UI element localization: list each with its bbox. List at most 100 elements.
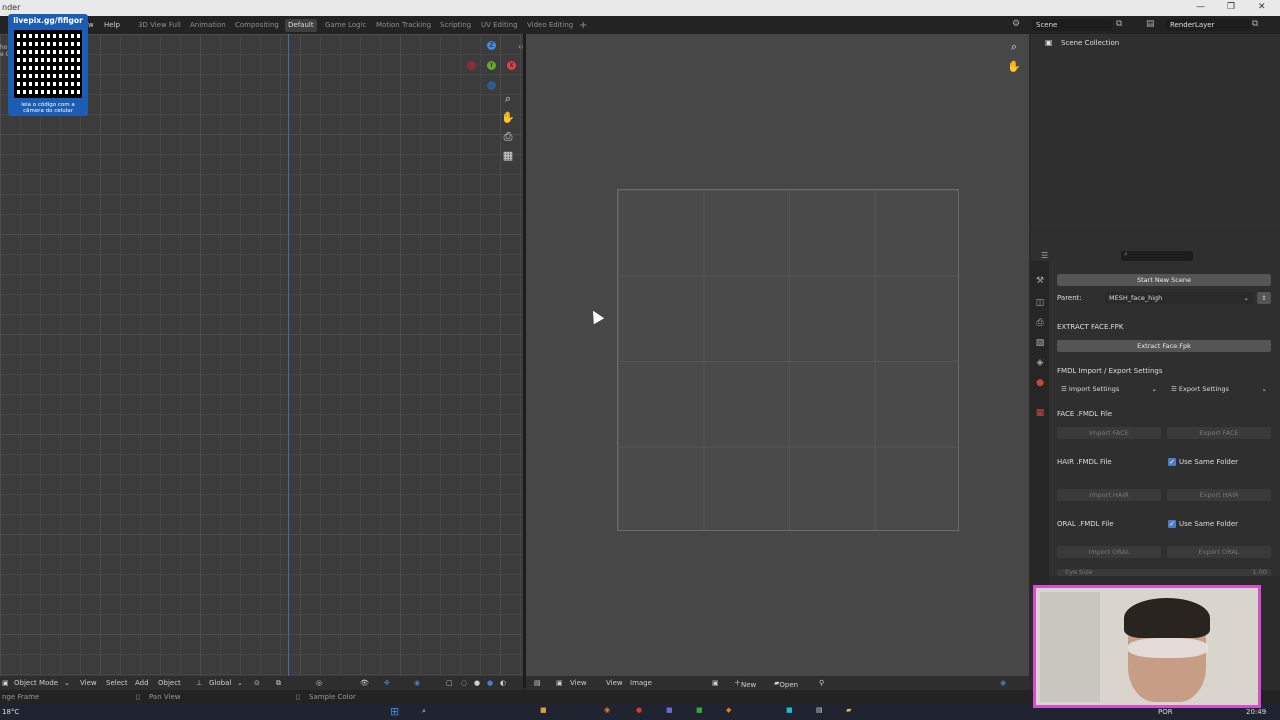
shading-wireframe-icon[interactable]: ◌ [461,678,467,688]
browser-icon[interactable]: ● [636,706,642,714]
object-mode-dropdown[interactable]: Object Mode [14,678,58,688]
overlay-toggle-icon[interactable]: ◉ [1000,678,1006,688]
menu-add[interactable]: Add [135,678,149,688]
view-layer-tab-icon[interactable]: ▧ [1034,337,1046,349]
overlay-toggle-icon[interactable]: ◉ [414,678,420,688]
new-scene-icon[interactable]: ⧉ [1116,19,1122,29]
gizmo-y-axis[interactable]: Y [487,61,496,70]
menu-select[interactable]: Select [106,678,128,688]
grid-view-icon[interactable]: ▦ [501,149,515,163]
start-icon[interactable]: ⊞ [390,705,399,718]
camera-icon[interactable]: ⎙ [501,130,515,144]
folder-icon[interactable]: ▰ [846,706,851,714]
scene-icon[interactable]: ⚙ [1012,19,1020,29]
add-workspace-button[interactable]: + [576,19,590,32]
view-layer-icon[interactable]: ▤ [1146,19,1155,29]
parent-dropdown[interactable]: MESH_face_high ⌄ [1105,292,1253,304]
export-settings-dropdown[interactable]: ☰ Export Settings ⌄ [1167,383,1271,395]
import-oral-button[interactable]: Import ORAL [1057,546,1161,558]
menu-image[interactable]: Image [630,678,652,688]
import-hair-button[interactable]: Import HAIR [1057,489,1161,501]
render-tab-icon[interactable]: ◫ [1034,297,1046,309]
tab-motion-tracking[interactable]: Motion Tracking [373,19,434,32]
xray-icon[interactable]: ▢ [446,678,453,688]
tab-video-editing[interactable]: Video Editing [524,19,576,32]
tab-3d-view-full[interactable]: 3D View Full [135,19,184,32]
zoom-icon[interactable]: ⌕ [501,92,515,106]
start-new-scene-button[interactable]: Start New Scene [1057,274,1271,286]
shading-material-icon[interactable]: ● [487,678,493,688]
open-image-button[interactable]: ▰ Open [774,678,798,689]
language-indicator[interactable]: POR [1158,708,1173,716]
gizmo-neg-z-axis[interactable] [487,81,496,90]
menu-view-dropdown[interactable]: View [570,678,587,688]
tab-uv-editing[interactable]: UV Editing [478,19,521,32]
tool-tab-icon[interactable]: ⚒ [1034,275,1046,287]
image-browse-icon[interactable]: ▣ [712,678,719,688]
close-icon[interactable]: ✕ [1258,2,1266,12]
gizmo-x-axis[interactable]: X [507,61,516,70]
gizmo-z-axis[interactable]: Z [487,41,496,50]
snap-icon[interactable]: ⧉ [276,678,281,688]
view-layer-selector[interactable]: RenderLayer [1166,19,1250,31]
gizmo-neg-x-axis[interactable] [467,61,476,70]
tab-scripting[interactable]: Scripting [437,19,474,32]
window-title: nder [2,3,21,12]
teams-icon[interactable]: ■ [666,706,673,714]
3d-viewport[interactable]: Z Y X ⌕ ✋ ⎙ ▦ [0,34,523,676]
minimize-icon[interactable]: — [1196,2,1205,12]
world-tab-icon[interactable]: ● [1034,377,1046,389]
pan-hand-icon[interactable]: ✋ [501,111,515,125]
import-face-button[interactable]: Import FACE [1057,427,1161,439]
tab-game-logic[interactable]: Game Logic [322,19,369,32]
new-view-layer-icon[interactable]: ⧉ [1252,19,1258,29]
properties-editor-icon[interactable]: ☰ [1041,251,1048,260]
view-mode-icon[interactable]: ▣ [556,678,563,688]
scene-tab-icon[interactable]: ◈ [1034,357,1046,369]
app-icon[interactable]: ◆ [726,706,731,714]
menu-object[interactable]: Object [158,678,181,688]
transform-orientation-dropdown[interactable]: Global [209,678,231,688]
weather-temperature[interactable]: 18°C [2,708,19,716]
oral-same-folder-checkbox[interactable]: ✓ [1168,520,1176,528]
export-oral-button[interactable]: Export ORAL [1167,546,1271,558]
gizmo-toggle-icon[interactable]: ✥ [384,678,390,688]
editor-type-icon[interactable]: ▤ [534,678,541,688]
tab-animation[interactable]: Animation [187,19,229,32]
app-icon[interactable]: ■ [540,706,547,714]
properties-search-input[interactable]: ⌕ [1121,250,1193,261]
clock[interactable]: 20:49 [1246,708,1266,716]
app-icon[interactable]: ■ [696,706,703,714]
proportional-edit-icon[interactable]: ◎ [316,678,322,688]
output-tab-icon[interactable]: ⎙ [1034,317,1046,329]
menu-view[interactable]: View [80,678,97,688]
app-icon[interactable]: ▤ [816,706,823,714]
tab-default[interactable]: Default [285,19,317,32]
zoom-icon[interactable]: ⌕ [1007,40,1021,54]
visibility-icon[interactable]: 👁 [360,678,369,688]
pan-hand-icon[interactable]: ✋ [1007,60,1021,74]
texture-tab-icon[interactable]: ▦ [1034,407,1046,419]
menu-window[interactable]: w [88,19,94,32]
shading-solid-icon[interactable]: ● [474,678,480,688]
extract-face-button[interactable]: Extract Face.Fpk [1057,340,1271,352]
pivot-icon[interactable]: ⊙ [254,678,260,688]
search-icon[interactable]: ⌕ [422,707,426,716]
app-icon[interactable]: ■ [786,706,793,714]
eye-size-slider[interactable]: Eye Size 1.00 [1057,568,1271,576]
pin-icon[interactable]: ⚲ [819,678,824,688]
menu-help[interactable]: Help [104,19,120,32]
restore-icon[interactable]: ❐ [1227,2,1235,12]
hair-same-folder-checkbox[interactable]: ✓ [1168,458,1176,466]
new-image-button[interactable]: ＋ New [734,678,756,689]
export-face-button[interactable]: Export FACE [1167,427,1271,439]
tab-compositing[interactable]: Compositing [232,19,282,32]
import-settings-dropdown[interactable]: ☰ Import Settings ⌄ [1057,383,1161,395]
menu-view[interactable]: View [606,678,623,688]
blender-icon[interactable]: ◉ [604,706,610,714]
scene-selector[interactable]: Scene [1032,19,1112,31]
shading-rendered-icon[interactable]: ◐ [500,678,506,688]
parent-pick-icon[interactable]: ⇧ [1257,292,1271,304]
export-hair-button[interactable]: Export HAIR [1167,489,1271,501]
scene-collection-label[interactable]: Scene Collection [1061,39,1119,47]
